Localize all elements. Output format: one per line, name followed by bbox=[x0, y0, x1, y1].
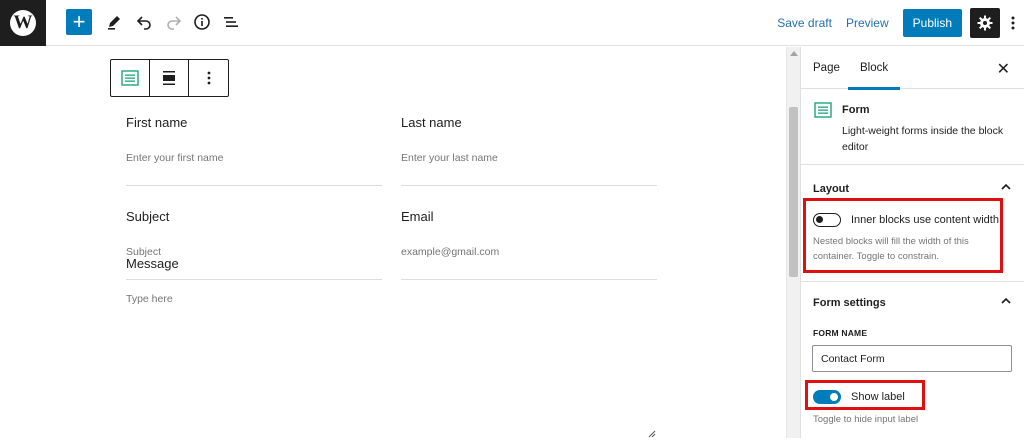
scrollbar-thumb[interactable] bbox=[789, 107, 798, 277]
editor-top-bar: W + Save draft Preview Publish bbox=[0, 0, 1024, 46]
show-label-toggle[interactable] bbox=[813, 390, 841, 404]
last-name-input[interactable]: Enter your last name bbox=[401, 152, 657, 186]
form-settings-title[interactable]: Form settings bbox=[813, 297, 886, 309]
align-wide-icon bbox=[163, 71, 175, 85]
inner-blocks-toggle[interactable] bbox=[813, 213, 841, 227]
more-vertical-icon bbox=[207, 71, 210, 85]
tools-pencil-icon[interactable] bbox=[101, 9, 127, 35]
form-name-input[interactable]: Contact Form bbox=[812, 345, 1012, 372]
message-field: Message Type here bbox=[126, 256, 656, 392]
block-type-button[interactable] bbox=[111, 60, 150, 96]
form-block-icon bbox=[121, 70, 139, 86]
inner-blocks-toggle-label: Inner blocks use content width bbox=[851, 214, 999, 226]
options-menu-button[interactable] bbox=[1002, 8, 1024, 38]
textarea-resize-handle[interactable] bbox=[648, 425, 656, 443]
layout-help-text: Nested blocks will fill the width of thi… bbox=[813, 236, 969, 262]
align-button[interactable] bbox=[150, 60, 189, 96]
gear-icon bbox=[977, 15, 993, 31]
preview-button[interactable]: Preview bbox=[839, 16, 896, 30]
tab-block[interactable]: Block bbox=[847, 47, 901, 90]
block-description: Light-weight forms inside the block edit… bbox=[842, 125, 1004, 153]
tab-page[interactable]: Page bbox=[813, 47, 840, 89]
publish-button[interactable]: Publish bbox=[902, 9, 962, 37]
chevron-up-icon[interactable] bbox=[1001, 183, 1011, 191]
layout-panel-title[interactable]: Layout bbox=[813, 183, 849, 195]
more-vertical-icon bbox=[1011, 16, 1015, 30]
list-view-icon[interactable] bbox=[218, 9, 244, 35]
form-block-icon bbox=[814, 102, 832, 118]
top-bar-actions: Save draft Preview Publish bbox=[770, 0, 1024, 46]
last-name-label: Last name bbox=[401, 115, 462, 130]
email-label: Email bbox=[401, 209, 434, 224]
subject-label: Subject bbox=[126, 209, 170, 224]
close-icon[interactable]: ✕ bbox=[997, 59, 1010, 79]
block-toolbar bbox=[110, 59, 229, 97]
block-name: Form bbox=[842, 104, 870, 116]
first-name-label: First name bbox=[126, 115, 188, 130]
show-label-toggle-label: Show label bbox=[851, 391, 905, 403]
block-options-button[interactable] bbox=[189, 60, 228, 96]
block-inserter-button[interactable]: + bbox=[66, 9, 92, 35]
wordpress-logo-button[interactable]: W bbox=[0, 0, 46, 46]
first-name-field: First name Enter your first name bbox=[126, 115, 382, 186]
form-name-label: FORM NAME bbox=[813, 328, 868, 338]
canvas-scrollbar[interactable] bbox=[786, 47, 800, 438]
settings-gear-button[interactable] bbox=[970, 8, 1000, 38]
save-draft-button[interactable]: Save draft bbox=[770, 16, 839, 30]
sidebar-tabs: Page Block ✕ bbox=[801, 47, 1024, 90]
message-textarea[interactable]: Type here bbox=[126, 293, 656, 305]
undo-icon[interactable] bbox=[131, 9, 157, 35]
block-card: Form Light-weight forms inside the block… bbox=[801, 89, 1024, 165]
scroll-up-icon[interactable] bbox=[790, 51, 798, 56]
details-info-icon[interactable] bbox=[189, 9, 215, 35]
redo-icon[interactable] bbox=[161, 9, 187, 35]
show-label-help-text: Toggle to hide input label bbox=[813, 414, 919, 425]
last-name-field: Last name Enter your last name bbox=[401, 115, 657, 186]
chevron-up-icon[interactable] bbox=[1001, 297, 1011, 305]
first-name-input[interactable]: Enter your first name bbox=[126, 152, 382, 186]
wordpress-logo-icon: W bbox=[10, 10, 36, 36]
message-label: Message bbox=[126, 256, 179, 271]
